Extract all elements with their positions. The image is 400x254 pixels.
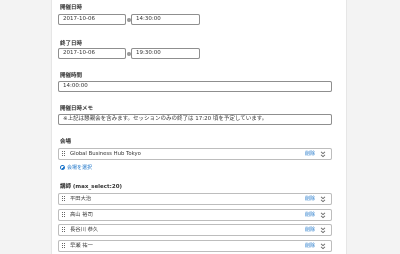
speaker-row: 高山 裕司 削除	[58, 209, 332, 221]
venue-item: Global Business Hub Tokyo 削除	[58, 148, 332, 160]
speaker-name: 平田大治	[70, 196, 92, 202]
chevron-double-down-icon[interactable]	[320, 196, 326, 203]
speaker-name: 早瀬 祐一	[70, 243, 93, 249]
add-circle-icon	[60, 165, 65, 170]
chevron-double-down-icon[interactable]	[320, 212, 326, 219]
chevron-double-down-icon[interactable]	[320, 151, 326, 158]
memo-label: 開催日時メモ	[60, 106, 94, 112]
speakers-label: 講師 (max_select:20)	[60, 184, 123, 190]
drag-handle-icon[interactable]	[62, 196, 66, 202]
speaker-delete-link[interactable]: 削除	[305, 225, 315, 235]
speaker-delete-link[interactable]: 削除	[305, 241, 315, 251]
speaker-row: 長谷川 恭久 削除	[58, 224, 332, 236]
drag-handle-icon[interactable]	[62, 212, 66, 218]
venue-label: 会場	[60, 139, 72, 145]
venue-delete-link[interactable]: 削除	[305, 149, 315, 159]
duration-input[interactable]: 14:00:00	[58, 81, 332, 92]
start-time-input[interactable]: 14:30:00	[131, 14, 200, 25]
drag-handle-icon[interactable]	[62, 151, 66, 157]
end-time-input[interactable]: 19:30:00	[131, 48, 200, 59]
speaker-name: 長谷川 恭久	[70, 227, 99, 233]
start-datetime-label: 開催日時	[60, 5, 83, 11]
select-venue-link[interactable]: 会場を選択	[60, 164, 92, 172]
chevron-double-down-icon[interactable]	[320, 227, 326, 234]
end-datetime-label: 終了日時	[60, 41, 83, 47]
speaker-name: 高山 裕司	[70, 212, 93, 218]
start-date-input[interactable]: 2017-10-06	[58, 14, 126, 25]
speaker-row: 早瀬 祐一 削除	[58, 240, 332, 252]
memo-input[interactable]: ※上記は懇親会を含みます。セッションのみの終了は 17:20 頃を予定しています…	[58, 114, 332, 125]
end-date-input[interactable]: 2017-10-06	[58, 48, 126, 59]
chevron-double-down-icon[interactable]	[320, 243, 326, 250]
speaker-delete-link[interactable]: 削除	[305, 194, 315, 204]
speaker-row: 平田大治 削除	[58, 193, 332, 205]
speaker-delete-link[interactable]: 削除	[305, 210, 315, 220]
venue-item-name: Global Business Hub Tokyo	[70, 151, 141, 157]
drag-handle-icon[interactable]	[62, 243, 66, 249]
drag-handle-icon[interactable]	[62, 227, 66, 233]
select-venue-label: 会場を選択	[67, 165, 93, 171]
duration-label: 開催時間	[60, 73, 83, 79]
